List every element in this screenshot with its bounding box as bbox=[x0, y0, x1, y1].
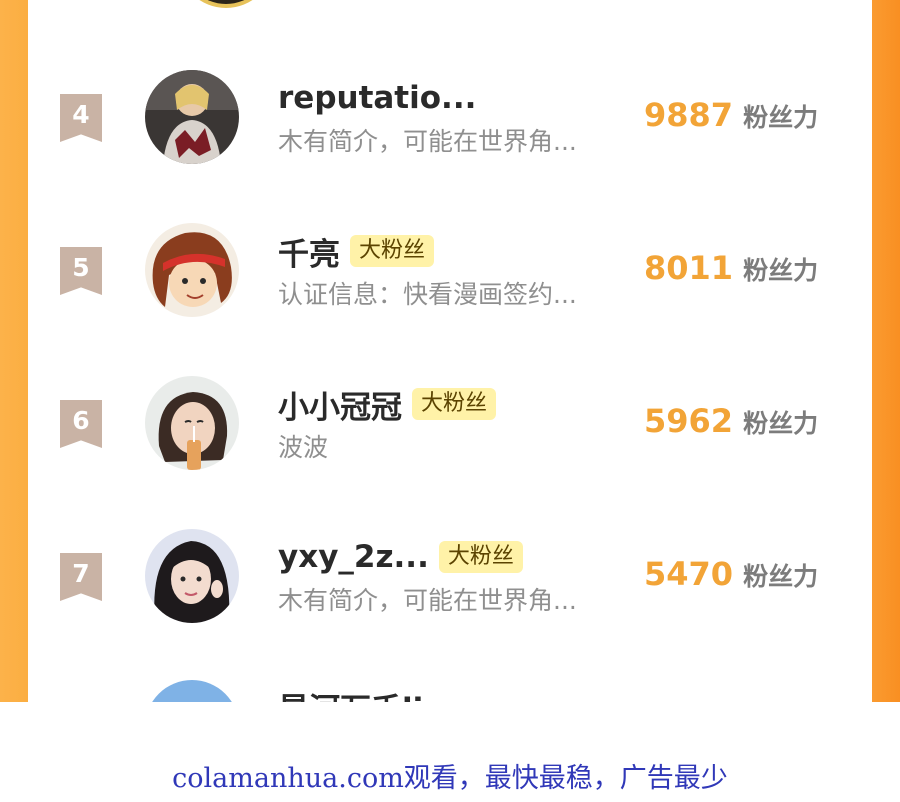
avatar[interactable] bbox=[145, 70, 239, 164]
big-fan-badge: 大粉丝 bbox=[438, 541, 523, 573]
fan-power-unit: 粉丝力 bbox=[743, 103, 819, 132]
user-description: 认证信息：快看漫画签约... bbox=[278, 280, 577, 309]
fan-power: 5470 粉丝力 bbox=[644, 555, 818, 593]
user-name[interactable]: 小小冠冠 bbox=[278, 382, 402, 427]
ranking-row[interactable]: 4 reputatio... 木有简介，可能在世界角... 9887 粉丝力 bbox=[28, 66, 872, 166]
fan-power-score: 5962 bbox=[644, 402, 734, 440]
ranking-card: 4 reputatio... 木有简介，可能在世界角... 9887 粉丝力 5… bbox=[28, 0, 872, 702]
ranking-frame: 4 reputatio... 木有简介，可能在世界角... 9887 粉丝力 5… bbox=[0, 0, 900, 702]
avatar-photo-girl-drink bbox=[145, 376, 239, 470]
footer-watermark-text: colamanhua.com观看，最快最稳，广告最少 bbox=[172, 763, 728, 794]
user-name[interactable]: 千亮 bbox=[278, 229, 340, 274]
avatar-partial-bottom[interactable] bbox=[145, 680, 239, 702]
avatar-photo-blonde-woman bbox=[145, 70, 239, 164]
ranking-row[interactable]: 6 小小冠冠 大粉丝 波波 5962 粉丝力 bbox=[28, 372, 872, 472]
name-line: 小小冠冠 大粉丝 bbox=[278, 382, 497, 427]
fan-power-unit: 粉丝力 bbox=[743, 562, 819, 591]
big-fan-badge: 大粉丝 bbox=[412, 388, 497, 420]
name-line: reputatio... bbox=[278, 76, 476, 120]
avatar-manga-girl-headband bbox=[145, 223, 239, 317]
user-name[interactable]: reputatio... bbox=[278, 80, 476, 116]
user-description: 木有简介，可能在世界角... bbox=[278, 127, 577, 156]
fan-power-score: 8011 bbox=[644, 249, 734, 287]
big-fan-badge: 大粉丝 bbox=[350, 235, 435, 267]
user-name[interactable]: yxy_2z... bbox=[278, 539, 429, 575]
avatar-photo-dark-hair-girl bbox=[145, 529, 239, 623]
user-description: 波波 bbox=[278, 433, 329, 462]
user-name-partial[interactable]: 星河万千lin bbox=[278, 684, 445, 702]
avatar[interactable] bbox=[145, 529, 239, 623]
name-line: 千亮 大粉丝 bbox=[278, 229, 435, 274]
footer: colamanhua.com观看，最快最稳，广告最少 bbox=[0, 702, 900, 802]
fan-power-unit: 粉丝力 bbox=[743, 256, 819, 285]
rank-ribbon: 7 bbox=[60, 553, 102, 601]
rank-ribbon: 5 bbox=[60, 247, 102, 295]
avatar-partial-top[interactable] bbox=[178, 0, 274, 8]
user-description: 木有简介，可能在世界角... bbox=[278, 586, 577, 615]
rank-ribbon: 4 bbox=[60, 94, 102, 142]
fan-power-unit: 粉丝力 bbox=[743, 409, 819, 438]
fan-power: 5962 粉丝力 bbox=[644, 402, 818, 440]
rank-ribbon: 6 bbox=[60, 400, 102, 448]
fan-power: 8011 粉丝力 bbox=[644, 249, 818, 287]
avatar[interactable] bbox=[145, 376, 239, 470]
fan-power-score: 9887 bbox=[644, 96, 734, 134]
ranking-row[interactable]: 7 yxy_2z... 大粉丝 木有简介，可能在世界角... 5470 粉丝力 bbox=[28, 525, 872, 625]
name-line: yxy_2z... 大粉丝 bbox=[278, 535, 523, 579]
fan-power: 9887 粉丝力 bbox=[644, 96, 818, 134]
fan-power-score: 5470 bbox=[644, 555, 734, 593]
ranking-row[interactable]: 5 千亮 大粉丝 认证信息：快看漫画签约... 8011 粉丝力 bbox=[28, 219, 872, 319]
avatar[interactable] bbox=[145, 223, 239, 317]
